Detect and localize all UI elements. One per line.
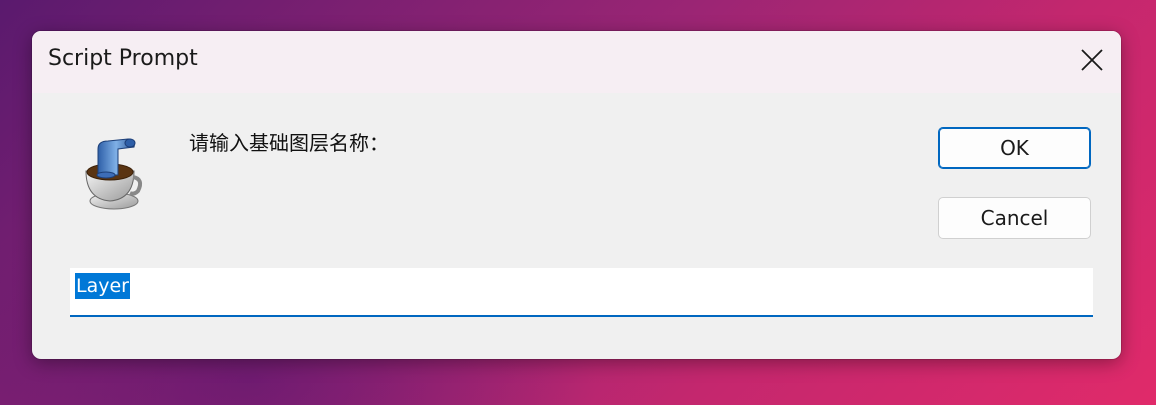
title-bar[interactable]: Script Prompt <box>32 31 1121 93</box>
input-selected-text: Layer <box>75 273 130 299</box>
desktop-background: Script Prompt 请输入基础图层名称： OK Cancel Layer <box>0 0 1156 405</box>
dialog-title: Script Prompt <box>48 46 198 71</box>
close-icon <box>1081 49 1103 71</box>
close-button[interactable] <box>1063 31 1121 89</box>
prompt-message: 请输入基础图层名称： <box>189 131 389 155</box>
layer-name-input[interactable]: Layer <box>70 268 1093 317</box>
cancel-button[interactable]: Cancel <box>938 197 1091 239</box>
ok-button[interactable]: OK <box>938 127 1091 169</box>
script-editor-icon <box>78 135 146 213</box>
script-prompt-dialog: Script Prompt 请输入基础图层名称： OK Cancel Layer <box>32 31 1121 359</box>
